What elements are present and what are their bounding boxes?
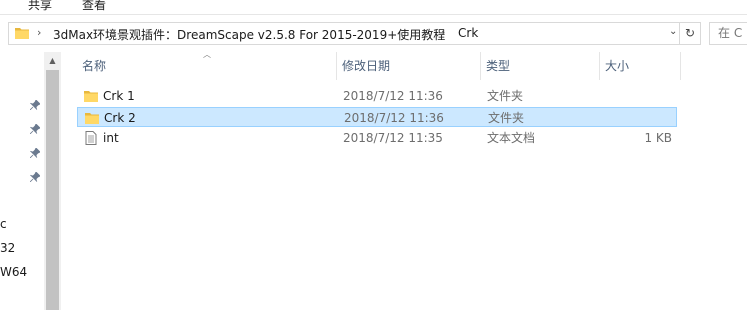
- column-header-date[interactable]: 修改日期: [338, 52, 479, 80]
- ribbon-tabs: 共享 查看: [0, 0, 747, 14]
- file-name: Crk 2: [104, 111, 136, 125]
- breadcrumb-separator-icon[interactable]: ›: [37, 26, 41, 39]
- chevron-down-icon[interactable]: ⌄: [669, 26, 677, 37]
- text-document-icon: [85, 131, 97, 145]
- search-input[interactable]: 在 C: [709, 22, 747, 45]
- address-bar[interactable]: › 3dMax环境景观插件：DreamScape v2.5.8 For 2015…: [8, 22, 680, 45]
- file-date: 2018/7/12 11:36: [344, 111, 444, 125]
- column-divider[interactable]: [599, 52, 600, 80]
- folder-icon: [85, 113, 99, 124]
- file-date: 2018/7/12 11:35: [343, 131, 443, 145]
- tab-share[interactable]: 共享: [28, 0, 52, 13]
- nav-item-label[interactable]: 32: [0, 241, 15, 255]
- ribbon-divider: [0, 14, 747, 15]
- file-row[interactable]: int 2018/7/12 11:35 文本文档 1 KB: [77, 128, 677, 148]
- pin-icon[interactable]: [30, 100, 40, 110]
- pin-icon[interactable]: [30, 124, 40, 134]
- file-type: 文件夹: [488, 111, 525, 125]
- nav-item-label[interactable]: W64: [0, 265, 27, 279]
- column-divider[interactable]: [680, 52, 681, 80]
- folder-icon: [15, 28, 29, 39]
- file-explorer-window: 共享 查看 › 3dMax环境景观插件：DreamScape v2.5.8 Fo…: [0, 0, 747, 310]
- navigation-pane: c 32 W64: [0, 52, 44, 310]
- file-row[interactable]: Crk 1 2018/7/12 11:36 文件夹: [77, 86, 677, 106]
- column-divider[interactable]: [336, 52, 337, 80]
- pin-icon[interactable]: [30, 148, 40, 158]
- file-name: int: [103, 131, 119, 145]
- file-name: Crk 1: [103, 89, 135, 103]
- tab-view[interactable]: 查看: [82, 0, 106, 13]
- column-divider[interactable]: [480, 52, 481, 80]
- breadcrumb-item-current[interactable]: Crk: [458, 26, 478, 40]
- refresh-button[interactable]: ↻: [680, 22, 701, 45]
- nav-scrollbar[interactable]: ▲: [44, 52, 61, 310]
- scrollbar-thumb[interactable]: [46, 70, 59, 310]
- breadcrumb-separator-icon[interactable]: ›: [441, 26, 445, 39]
- column-header-name[interactable]: 名称: [78, 52, 336, 80]
- pin-icon[interactable]: [30, 172, 40, 182]
- nav-item-label[interactable]: c: [0, 217, 7, 231]
- file-row-selected[interactable]: Crk 2 2018/7/12 11:36 文件夹: [77, 107, 677, 127]
- file-date: 2018/7/12 11:36: [343, 89, 443, 103]
- folder-icon: [84, 91, 98, 102]
- column-header-size[interactable]: 大小: [601, 52, 679, 80]
- file-type: 文本文档: [487, 131, 536, 145]
- refresh-icon: ↻: [684, 26, 696, 40]
- scroll-up-icon[interactable]: ▲: [44, 52, 61, 69]
- column-header-type[interactable]: 类型: [482, 52, 598, 80]
- file-type: 文件夹: [487, 89, 524, 103]
- file-size: 1 KB: [644, 131, 672, 145]
- breadcrumb-item-parent[interactable]: 3dMax环境景观插件：DreamScape v2.5.8 For 2015-2…: [53, 26, 445, 43]
